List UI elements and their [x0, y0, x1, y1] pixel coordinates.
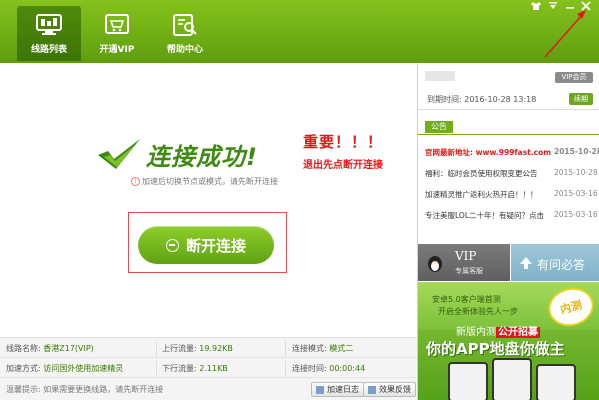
renew-button[interactable]: 续期: [569, 93, 593, 105]
accel-method: 加速方式: 访问国外使用加速精灵: [6, 364, 124, 373]
notice-item[interactable]: 福利：临时会员使用权限变更公告 2015-10-28: [425, 168, 598, 179]
banner-line2: 开启全新体验先人一步: [438, 307, 518, 316]
account-box: VIP会员 到期时间: 2016-10-28 13:18 续期: [418, 63, 599, 110]
warning-annotation: 重要！！！ 退出先点断开连接: [303, 131, 383, 171]
download-traffic: 下行流量: 2.11KB: [162, 364, 228, 373]
log-icon: [316, 385, 324, 394]
vip-service-button[interactable]: VIP 专属客服: [418, 244, 510, 281]
feedback-button[interactable]: 效果反馈: [363, 382, 416, 397]
connection-success-banner: 连接成功!: [96, 133, 306, 173]
banner-slogan: 你的APP地盘你做主: [426, 340, 565, 358]
notice-item[interactable]: 专注美服LOL二十年！有疑问？点击 2015-03-16: [425, 210, 598, 221]
vip-sub: 专属客服: [455, 267, 483, 275]
vip-badge: VIP会员: [555, 72, 593, 83]
username-blurred: [425, 71, 455, 81]
banner-line1: 安卓5.0客户端首测: [432, 295, 501, 304]
notice-item[interactable]: 官网最新地址: www.999fast.com 2015-10-28: [425, 147, 599, 158]
accel-log-button[interactable]: 加速日志: [311, 382, 364, 397]
phone-illustration: [492, 358, 532, 400]
faq-label: 有问必答: [537, 258, 586, 272]
info-icon: !: [131, 177, 140, 186]
disconnect-button[interactable]: 断开连接: [138, 226, 274, 264]
banner-line3: 新版内测 公开招募: [456, 327, 540, 338]
phone-illustration: [536, 364, 576, 400]
warning-title: 重要！！！: [303, 133, 384, 151]
phone-illustration: [448, 362, 488, 400]
disconnect-label: 断开连接: [185, 236, 246, 255]
notice-item[interactable]: 加速精灵推广返利火热开启！！！ 2015-03-16: [425, 189, 598, 200]
upload-traffic: 上行流量: 19.92KB: [162, 344, 233, 353]
notice-tag: 公告: [425, 121, 453, 133]
app-promo-banner[interactable]: 安卓5.0客户端首测 开启全新体验先人一步 内测 新版内测 公开招募 你的APP地…: [418, 282, 599, 400]
arrow-up-icon: [520, 257, 532, 269]
connection-mode: 连接模式: 模式二: [292, 344, 354, 353]
hint-text: 温馨提示: 如果需要更换线路，请先断开连接: [6, 385, 164, 394]
tip-text: 加速后切换节点或模式，请先断开连接: [142, 177, 278, 186]
feedback-icon: [368, 385, 376, 394]
connection-time: 连接时间: 00:00:44: [292, 364, 366, 373]
vip-title: VIP: [455, 249, 477, 263]
checkmark-icon: [98, 139, 140, 169]
side-panel: VIP会员 到期时间: 2016-10-28 13:18 续期 公告 官网最新地…: [417, 63, 599, 400]
minus-circle-icon: [165, 238, 179, 252]
main-panel: 连接成功! ! 加速后切换节点或模式，请先断开连接 重要！！！ 退出先点断开连接 …: [0, 63, 417, 337]
warning-text: 退出先点断开连接: [303, 160, 383, 171]
expiry-info: 到期时间: 2016-10-28 13:18: [427, 95, 537, 104]
faq-button[interactable]: 有问必答: [511, 244, 599, 281]
penguin-icon: [428, 256, 442, 272]
line-name: 线路名称: 香港Z17(VIP): [6, 344, 94, 353]
switch-tip: ! 加速后切换节点或模式，请先断开连接: [131, 176, 278, 187]
connection-info-panel: 线路名称: 香港Z17(VIP) 上行流量: 19.92KB 连接模式: 模式二…: [0, 337, 417, 400]
success-title: 连接成功!: [146, 143, 258, 171]
